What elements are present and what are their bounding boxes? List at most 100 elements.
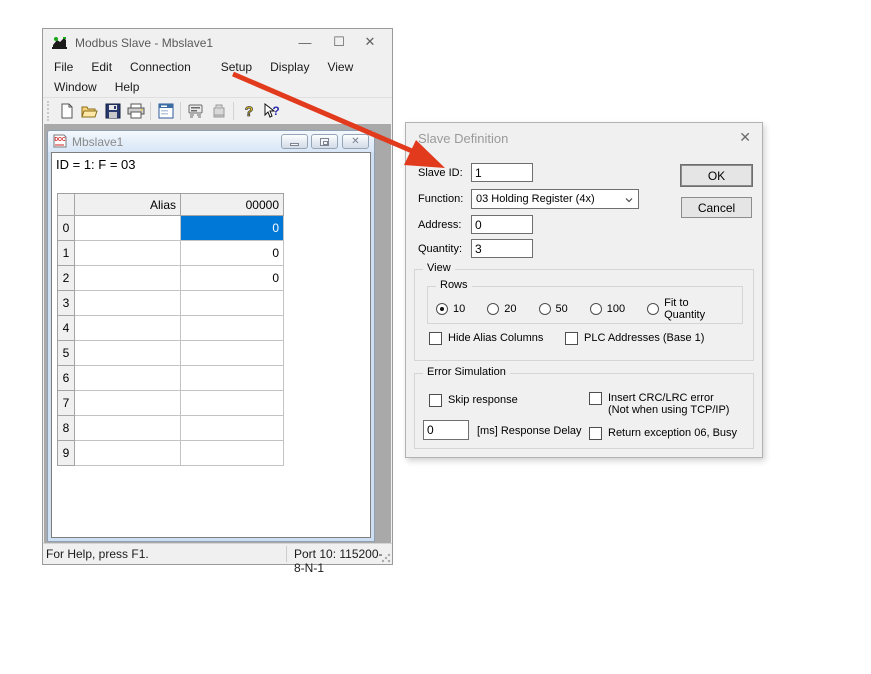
menu-help[interactable]: Help xyxy=(106,78,149,96)
radio-label: 50 xyxy=(556,303,568,315)
radio-circle xyxy=(539,303,551,315)
child-maximize-button[interactable] xyxy=(311,134,338,149)
minimize-button[interactable]: — xyxy=(290,29,320,55)
grid-header-alias[interactable]: Alias xyxy=(75,194,181,216)
alias-cell[interactable] xyxy=(75,316,181,341)
value-cell[interactable] xyxy=(181,416,284,441)
rows-radio-fit-to-quantity[interactable]: Fit to Quantity xyxy=(647,297,720,321)
document-icon: DOC xyxy=(53,134,67,149)
open-file-icon[interactable] xyxy=(78,100,101,122)
alias-cell[interactable] xyxy=(75,216,181,241)
toolbar-separator xyxy=(180,102,181,120)
dialog-close-icon[interactable]: ✕ xyxy=(739,129,751,146)
quantity-input[interactable] xyxy=(471,239,533,258)
resize-grip[interactable] xyxy=(381,553,391,563)
connection-icon[interactable] xyxy=(207,100,230,122)
toolbar-separator xyxy=(233,102,234,120)
value-cell[interactable] xyxy=(181,441,284,466)
row-header-cell[interactable]: 4 xyxy=(58,316,75,341)
radio-label: Fit to Quantity xyxy=(664,297,720,321)
window-titlebar[interactable]: Modbus Slave - Mbslave1 — ☐ ✕ xyxy=(43,29,392,57)
maximize-button[interactable]: ☐ xyxy=(324,29,354,55)
menu-display[interactable]: Display xyxy=(261,58,318,76)
save-icon[interactable] xyxy=(101,100,124,122)
function-dropdown[interactable]: 03 Holding Register (4x) xyxy=(471,189,639,209)
skip-response-checkbox[interactable]: Skip response xyxy=(429,394,518,407)
dialog-title: Slave Definition xyxy=(418,131,508,146)
radio-circle xyxy=(487,303,499,315)
hide-alias-columns-checkbox[interactable]: Hide Alias Columns xyxy=(429,332,543,345)
row-header-cell[interactable]: 6 xyxy=(58,366,75,391)
response-delay-input[interactable] xyxy=(423,420,469,440)
row-header-cell[interactable]: 9 xyxy=(58,441,75,466)
table-row: 8 xyxy=(58,416,284,441)
context-help-icon[interactable]: ? xyxy=(260,100,283,122)
cancel-button[interactable]: Cancel xyxy=(681,197,752,218)
menu-window[interactable]: Window xyxy=(45,78,106,96)
alias-cell[interactable] xyxy=(75,416,181,441)
slave-id-input[interactable] xyxy=(471,163,533,182)
menu-edit[interactable]: Edit xyxy=(82,58,121,76)
grid-header-00000[interactable]: 00000 xyxy=(181,194,284,216)
value-cell[interactable] xyxy=(181,391,284,416)
menu-connection[interactable]: Connection xyxy=(121,58,200,76)
plc-addresses-base-1--checkbox[interactable]: PLC Addresses (Base 1) xyxy=(565,332,704,345)
alias-cell[interactable] xyxy=(75,441,181,466)
help-icon[interactable]: ? xyxy=(237,100,260,122)
close-glyph: ✕ xyxy=(351,137,359,147)
table-row: 10 xyxy=(58,241,284,266)
child-minimize-button[interactable] xyxy=(281,134,308,149)
value-cell[interactable] xyxy=(181,291,284,316)
display-definition-icon[interactable] xyxy=(154,100,177,122)
alias-cell[interactable] xyxy=(75,291,181,316)
child-titlebar[interactable]: DOC Mbslave1 ✕ xyxy=(48,131,374,152)
table-row: 3 xyxy=(58,291,284,316)
checkbox-box xyxy=(565,332,578,345)
menu-view[interactable]: View xyxy=(318,58,362,76)
table-row: 6 xyxy=(58,366,284,391)
child-close-button[interactable]: ✕ xyxy=(342,134,369,149)
row-header-cell[interactable]: 3 xyxy=(58,291,75,316)
row-header-cell[interactable]: 7 xyxy=(58,391,75,416)
checkbox-box xyxy=(589,392,602,405)
alias-cell[interactable] xyxy=(75,366,181,391)
address-input[interactable] xyxy=(471,215,533,234)
value-cell[interactable] xyxy=(181,366,284,391)
alias-cell[interactable] xyxy=(75,266,181,291)
alias-cell[interactable] xyxy=(75,241,181,266)
value-cell[interactable] xyxy=(181,316,284,341)
value-cell[interactable] xyxy=(181,341,284,366)
row-header-cell[interactable]: 2 xyxy=(58,266,75,291)
minimize-glyph xyxy=(290,143,299,146)
value-cell[interactable]: 0 xyxy=(181,241,284,266)
row-header-cell[interactable]: 0 xyxy=(58,216,75,241)
value-cell[interactable]: 0 xyxy=(181,216,284,241)
close-button[interactable]: ✕ xyxy=(355,29,385,55)
rows-radio-100[interactable]: 100 xyxy=(590,303,625,315)
ok-button[interactable]: OK xyxy=(681,165,752,186)
new-document-icon[interactable] xyxy=(55,100,78,122)
menu-setup[interactable]: Setup xyxy=(212,58,261,76)
value-cell[interactable]: 0 xyxy=(181,266,284,291)
row-header-cell[interactable]: 1 xyxy=(58,241,75,266)
view-group: View Rows 102050100Fit to Quantity Hide … xyxy=(414,269,754,361)
screen: Modbus Slave - Mbslave1 — ☐ ✕ File Edit … xyxy=(0,0,871,674)
dialog-titlebar[interactable]: Slave Definition ✕ xyxy=(406,123,762,153)
crc-error-checkbox[interactable]: Insert CRC/LRC error (Not when using TCP… xyxy=(589,392,729,416)
row-header-cell[interactable]: 5 xyxy=(58,341,75,366)
table-row: 4 xyxy=(58,316,284,341)
toolbar-grip[interactable] xyxy=(47,101,51,121)
rows-radio-20[interactable]: 20 xyxy=(487,303,516,315)
rows-radio-10[interactable]: 10 xyxy=(436,303,465,315)
table-row: 9 xyxy=(58,441,284,466)
toolbar: ? ? xyxy=(43,97,392,124)
function-value: 03 Holding Register (4x) xyxy=(476,193,595,205)
alias-cell[interactable] xyxy=(75,391,181,416)
return-exception-checkbox[interactable]: Return exception 06, Busy xyxy=(589,427,737,440)
row-header-cell[interactable]: 8 xyxy=(58,416,75,441)
communication-traffic-icon[interactable] xyxy=(184,100,207,122)
menu-file[interactable]: File xyxy=(45,58,82,76)
alias-cell[interactable] xyxy=(75,341,181,366)
rows-radio-50[interactable]: 50 xyxy=(539,303,568,315)
print-icon[interactable] xyxy=(124,100,147,122)
